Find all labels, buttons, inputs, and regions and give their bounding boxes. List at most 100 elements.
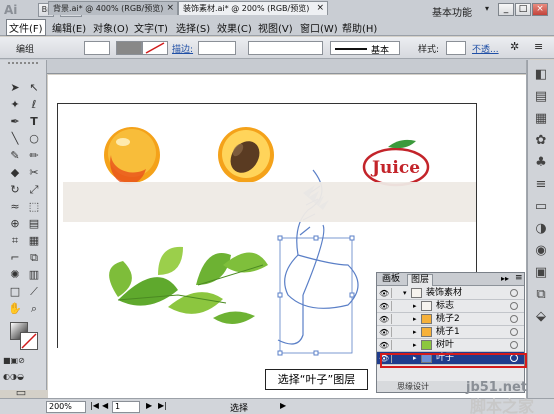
free-transform-tool-icon[interactable]: ⬚	[25, 199, 43, 215]
shape-builder-tool-icon[interactable]: ⊕	[6, 216, 24, 232]
panel-grip[interactable]	[8, 62, 38, 68]
tab-artboards[interactable]: 画板	[379, 274, 403, 286]
lasso-tool-icon[interactable]: ℓ	[25, 97, 43, 113]
menu-help[interactable]: 帮助(H)	[342, 20, 377, 35]
artboard-number-field[interactable]: 1	[112, 401, 140, 413]
mesh-tool-icon[interactable]: ⌗	[6, 233, 24, 249]
rotate-tool-icon[interactable]: ↻	[6, 182, 24, 198]
artboards-panel-icon[interactable]: ⧉	[532, 286, 550, 304]
stroke-color-box[interactable]	[20, 332, 38, 350]
previous-artboard-icon[interactable]: ◀	[102, 401, 108, 410]
target-icon[interactable]	[510, 315, 518, 323]
peach-1-illustration[interactable]	[104, 127, 160, 185]
draw-mode-icon[interactable]: ◐◑◒	[3, 369, 24, 385]
peach-2-illustration[interactable]	[218, 127, 274, 183]
expand-arrow-icon[interactable]: ▸	[413, 313, 417, 325]
expand-arrow-icon[interactable]: ▸	[413, 326, 417, 338]
scissors-tool-icon[interactable]: ✂	[25, 165, 43, 181]
fill-color-dropdown[interactable]	[116, 41, 142, 55]
appearance-panel-icon[interactable]: ◉	[532, 242, 550, 260]
line-tool-icon[interactable]: ╲	[6, 131, 24, 147]
panel-options-icon[interactable]: ≡	[515, 273, 523, 283]
stroke-swatch[interactable]	[142, 41, 168, 55]
scale-tool-icon[interactable]: ⤢	[25, 182, 43, 198]
menu-window[interactable]: 窗口(W)	[300, 20, 338, 35]
layers-panel-icon[interactable]: ⬙	[532, 308, 550, 326]
close-button[interactable]: ×	[532, 3, 548, 16]
layer-row[interactable]: 👁 ▸ 树叶	[377, 339, 524, 352]
menu-edit[interactable]: 编辑(E)	[52, 20, 86, 35]
type-tool-icon[interactable]: T	[25, 114, 43, 130]
menu-type[interactable]: 文字(T)	[134, 20, 168, 35]
pen-tool-icon[interactable]: ✒	[6, 114, 24, 130]
target-icon[interactable]	[510, 328, 518, 336]
artboard-tool-icon[interactable]: □	[6, 284, 24, 300]
slice-tool-icon[interactable]: ⟋	[25, 284, 43, 300]
next-artboard-icon[interactable]: ▶	[146, 401, 152, 410]
expand-arrow-icon[interactable]: ▸	[413, 300, 417, 312]
opacity-label[interactable]: 不透...	[472, 42, 499, 55]
visibility-eye-icon[interactable]: 👁	[379, 340, 389, 352]
magic-wand-tool-icon[interactable]: ✦	[6, 97, 24, 113]
blend-tool-icon[interactable]: ⧉	[25, 250, 43, 266]
target-icon[interactable]	[510, 289, 518, 297]
close-tab-icon[interactable]: ×	[316, 2, 324, 15]
blob-brush-tool-icon[interactable]: ◆	[6, 165, 24, 181]
color-panel-icon[interactable]: ◧	[532, 66, 550, 84]
stroke-weight-input[interactable]	[198, 41, 236, 55]
color-guide-icon[interactable]: ▤	[532, 88, 550, 106]
transparency-panel-icon[interactable]: ◑	[532, 220, 550, 238]
warp-tool-icon[interactable]: ≈	[6, 199, 24, 215]
graphic-style-dropdown[interactable]	[446, 41, 466, 55]
tab-layers[interactable]: 图层	[407, 274, 434, 286]
hand-tool-icon[interactable]: ✋	[6, 301, 24, 317]
juice-logo[interactable]: Juice	[362, 139, 430, 187]
layer-row[interactable]: 👁 ▸ 桃子1	[377, 326, 524, 339]
layer-row[interactable]: 👁 ▸ 标志	[377, 300, 524, 313]
direct-selection-tool-icon[interactable]: ↖	[25, 80, 43, 96]
column-graph-tool-icon[interactable]: ▥	[25, 267, 43, 283]
maximize-button[interactable]: □	[515, 3, 531, 16]
leaves-illustration[interactable]	[109, 246, 268, 325]
tab-background-doc[interactable]: 背景.ai* @ 400% (RGB/预览) ×	[48, 1, 178, 15]
gradient-panel-icon[interactable]: ▭	[532, 198, 550, 216]
pencil-tool-icon[interactable]: ✏	[25, 148, 43, 164]
expand-arrow-icon[interactable]: ▾	[403, 287, 407, 299]
last-artboard-icon[interactable]: ▶|	[158, 401, 167, 410]
layer-row[interactable]: 👁 ▾ 装饰素材	[377, 287, 524, 300]
color-mode-icon[interactable]: ■▣⊘	[3, 353, 25, 369]
perspective-grid-tool-icon[interactable]: ▤	[25, 216, 43, 232]
symbol-sprayer-tool-icon[interactable]: ✺	[6, 267, 24, 283]
zoom-level-field[interactable]: 200%	[46, 401, 86, 413]
paintbrush-tool-icon[interactable]: ✎	[6, 148, 24, 164]
target-icon[interactable]	[510, 341, 518, 349]
brush-definition[interactable]: 基本	[330, 41, 400, 56]
visibility-eye-icon[interactable]: 👁	[379, 301, 389, 313]
lock-toggle[interactable]	[391, 327, 399, 337]
tab-decoration-doc[interactable]: 装饰素材.ai* @ 200% (RGB/预览) ×	[178, 1, 328, 15]
layer-row[interactable]: 👁 ▸ 桃子2	[377, 313, 524, 326]
expand-arrow-icon[interactable]: ▸	[413, 339, 417, 351]
menu-object[interactable]: 对象(O)	[93, 20, 129, 35]
brushes-panel-icon[interactable]: ✿	[532, 132, 550, 150]
visibility-eye-icon[interactable]: 👁	[379, 327, 389, 339]
target-icon[interactable]	[510, 302, 518, 310]
lock-toggle[interactable]	[391, 340, 399, 350]
stroke-label[interactable]: 描边:	[172, 42, 193, 55]
close-tab-icon[interactable]: ×	[166, 2, 174, 15]
menu-select[interactable]: 选择(S)	[176, 20, 210, 35]
variable-width-profile[interactable]	[248, 41, 323, 55]
selection-tool-icon[interactable]: ➤	[6, 80, 24, 96]
graphic-styles-icon[interactable]: ▣	[532, 264, 550, 282]
zoom-tool-icon[interactable]: ⌕	[25, 301, 43, 317]
workspace-dropdown-icon[interactable]: ▾	[485, 4, 497, 13]
status-menu-icon[interactable]: ▶	[280, 401, 286, 410]
ellipse-tool-icon[interactable]: ○	[25, 131, 43, 147]
visibility-eye-icon[interactable]: 👁	[379, 314, 389, 326]
menu-view[interactable]: 视图(V)	[258, 20, 293, 35]
recolor-icon[interactable]: ✲	[510, 40, 519, 53]
eyedropper-tool-icon[interactable]: ⌐	[6, 250, 24, 266]
lock-toggle[interactable]	[391, 288, 399, 298]
fill-swatch[interactable]	[84, 41, 110, 55]
lock-toggle[interactable]	[391, 301, 399, 311]
